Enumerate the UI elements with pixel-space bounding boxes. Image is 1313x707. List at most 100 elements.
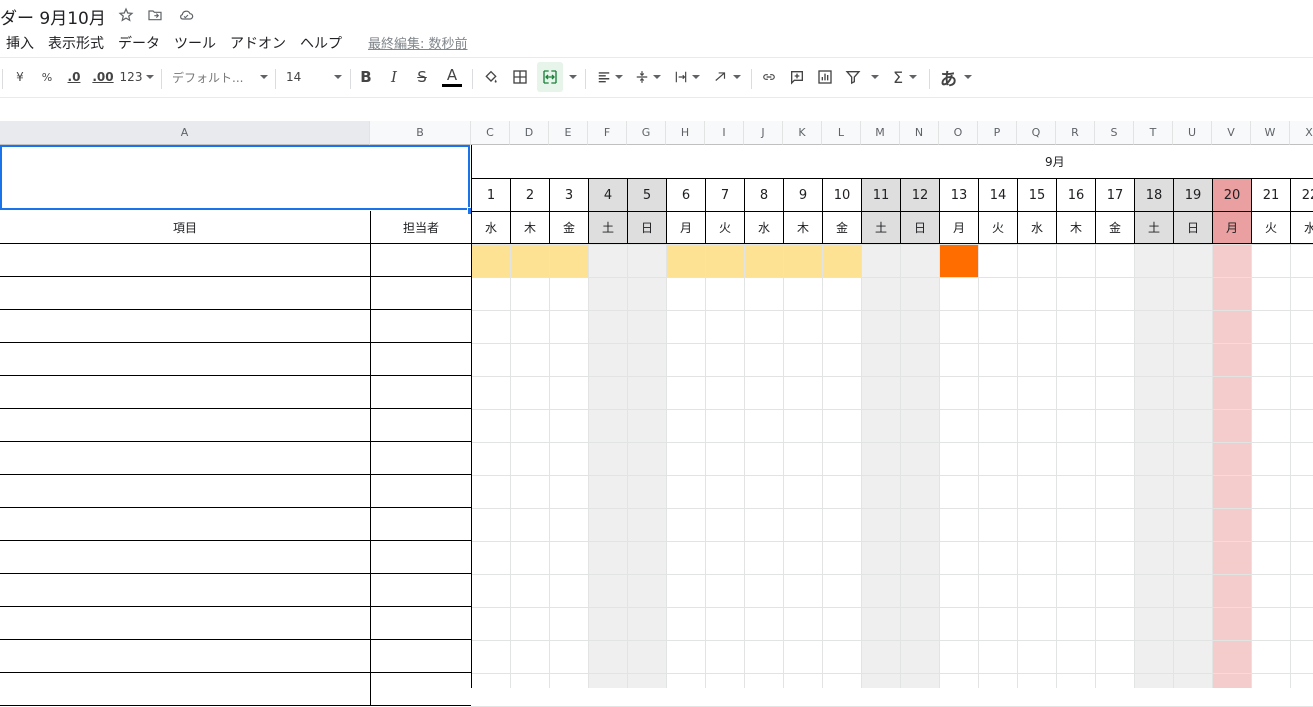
column-header-G[interactable]: G	[627, 121, 666, 145]
day-number-cell[interactable]: 16	[1056, 178, 1095, 211]
weekday-cell[interactable]: 日	[900, 211, 939, 244]
column-header-W[interactable]: W	[1251, 121, 1290, 145]
weekday-cell[interactable]: 土	[861, 211, 900, 244]
item-cell[interactable]	[0, 541, 370, 574]
weekday-cell[interactable]: 月	[1212, 211, 1251, 244]
day-number-cell[interactable]: 2	[510, 178, 549, 211]
item-cell[interactable]	[0, 508, 370, 541]
day-number-cell[interactable]: 3	[549, 178, 588, 211]
day-number-cell[interactable]: 8	[744, 178, 783, 211]
more-formats-button[interactable]: 123	[119, 62, 155, 92]
document-title[interactable]: ダー 9月10月	[0, 4, 106, 29]
weekday-cell[interactable]: 水	[1017, 211, 1056, 244]
borders-icon[interactable]	[509, 62, 531, 92]
text-wrap-icon[interactable]	[670, 62, 704, 92]
column-header-Q[interactable]: Q	[1017, 121, 1056, 145]
day-number-cell[interactable]: 13	[939, 178, 978, 211]
weekday-cell[interactable]: 土	[1134, 211, 1173, 244]
item-cell[interactable]	[0, 442, 370, 475]
currency-button[interactable]: ¥	[10, 62, 30, 92]
item-cell[interactable]	[0, 673, 370, 706]
decrease-decimal-button[interactable]: .0	[62, 62, 86, 92]
owner-cell[interactable]	[370, 442, 471, 475]
item-cell[interactable]	[0, 244, 370, 277]
day-number-cell[interactable]: 7	[705, 178, 744, 211]
column-header-O[interactable]: O	[939, 121, 978, 145]
day-number-cell[interactable]: 10	[822, 178, 861, 211]
day-number-cell[interactable]: 14	[978, 178, 1017, 211]
weekday-cell[interactable]: 日	[1173, 211, 1212, 244]
menu-format[interactable]: 表示形式	[48, 33, 104, 53]
menu-data[interactable]: データ	[118, 33, 160, 53]
vertical-align-icon[interactable]	[632, 62, 664, 92]
text-rotation-icon[interactable]	[710, 62, 744, 92]
column-header-F[interactable]: F	[588, 121, 627, 145]
owner-cell[interactable]	[370, 574, 471, 607]
owner-cell[interactable]	[370, 541, 471, 574]
item-cell[interactable]	[0, 310, 370, 343]
owner-cell[interactable]	[370, 277, 471, 310]
day-number-cell[interactable]: 11	[861, 178, 900, 211]
schedule-bar[interactable]	[471, 244, 588, 277]
day-number-cell[interactable]: 4	[588, 178, 627, 211]
weekday-cell[interactable]: 日	[627, 211, 666, 244]
column-header-H[interactable]: H	[666, 121, 705, 145]
weekday-cell[interactable]: 木	[783, 211, 822, 244]
italic-button[interactable]: I	[385, 62, 403, 92]
menu-insert[interactable]: 挿入	[6, 33, 34, 53]
weekday-cell[interactable]: 金	[822, 211, 861, 244]
menu-help[interactable]: ヘルプ	[300, 33, 342, 53]
functions-icon[interactable]: Σ	[888, 62, 922, 92]
day-number-cell[interactable]: 6	[666, 178, 705, 211]
day-number-cell[interactable]: 19	[1173, 178, 1212, 211]
weekday-cell[interactable]: 金	[549, 211, 588, 244]
schedule-bar[interactable]	[666, 244, 861, 277]
item-cell[interactable]	[0, 475, 370, 508]
item-cell[interactable]	[0, 277, 370, 310]
column-header-R[interactable]: R	[1056, 121, 1095, 145]
weekday-cell[interactable]: 月	[939, 211, 978, 244]
month-label[interactable]: 9月	[471, 145, 1313, 178]
owner-cell[interactable]	[370, 508, 471, 541]
column-header-S[interactable]: S	[1095, 121, 1134, 145]
item-cell[interactable]	[0, 376, 370, 409]
day-number-cell[interactable]: 1	[471, 178, 510, 211]
weekday-cell[interactable]: 木	[1056, 211, 1095, 244]
column-header-K[interactable]: K	[783, 121, 822, 145]
column-header-D[interactable]: D	[510, 121, 549, 145]
column-header-X[interactable]: X	[1290, 121, 1313, 145]
item-cell[interactable]	[0, 640, 370, 673]
day-number-cell[interactable]: 5	[627, 178, 666, 211]
font-select[interactable]: デフォルト...	[172, 62, 268, 92]
weekday-cell[interactable]: 金	[1095, 211, 1134, 244]
owner-cell[interactable]	[370, 640, 471, 673]
owner-cell[interactable]	[370, 343, 471, 376]
column-header-P[interactable]: P	[978, 121, 1017, 145]
column-header-E[interactable]: E	[549, 121, 588, 145]
column-header-N[interactable]: N	[900, 121, 939, 145]
column-header-C[interactable]: C	[471, 121, 510, 145]
column-header-A[interactable]: A	[0, 121, 370, 145]
menu-tools[interactable]: ツール	[174, 33, 216, 53]
item-cell[interactable]	[0, 607, 370, 640]
day-number-cell[interactable]: 9	[783, 178, 822, 211]
owner-cell[interactable]	[370, 376, 471, 409]
owner-header-cell[interactable]: 担当者	[370, 211, 471, 244]
weekday-cell[interactable]: 木	[510, 211, 549, 244]
selected-cell-range[interactable]	[0, 145, 470, 210]
owner-cell[interactable]	[370, 475, 471, 508]
column-header-B[interactable]: B	[370, 121, 471, 145]
increase-decimal-button[interactable]: .00	[90, 62, 116, 92]
percent-button[interactable]: %	[37, 62, 57, 92]
weekday-cell[interactable]: 火	[705, 211, 744, 244]
owner-cell[interactable]	[370, 310, 471, 343]
insert-chart-icon[interactable]	[814, 62, 836, 92]
owner-cell[interactable]	[370, 244, 471, 277]
insert-comment-icon[interactable]	[786, 62, 808, 92]
menu-addons[interactable]: アドオン	[230, 33, 286, 53]
cloud-status-icon[interactable]	[176, 5, 196, 25]
schedule-bar[interactable]	[939, 244, 978, 277]
merge-chevron-down-icon[interactable]	[565, 62, 577, 92]
day-number-cell[interactable]: 17	[1095, 178, 1134, 211]
day-number-cell[interactable]: 22	[1290, 178, 1313, 211]
